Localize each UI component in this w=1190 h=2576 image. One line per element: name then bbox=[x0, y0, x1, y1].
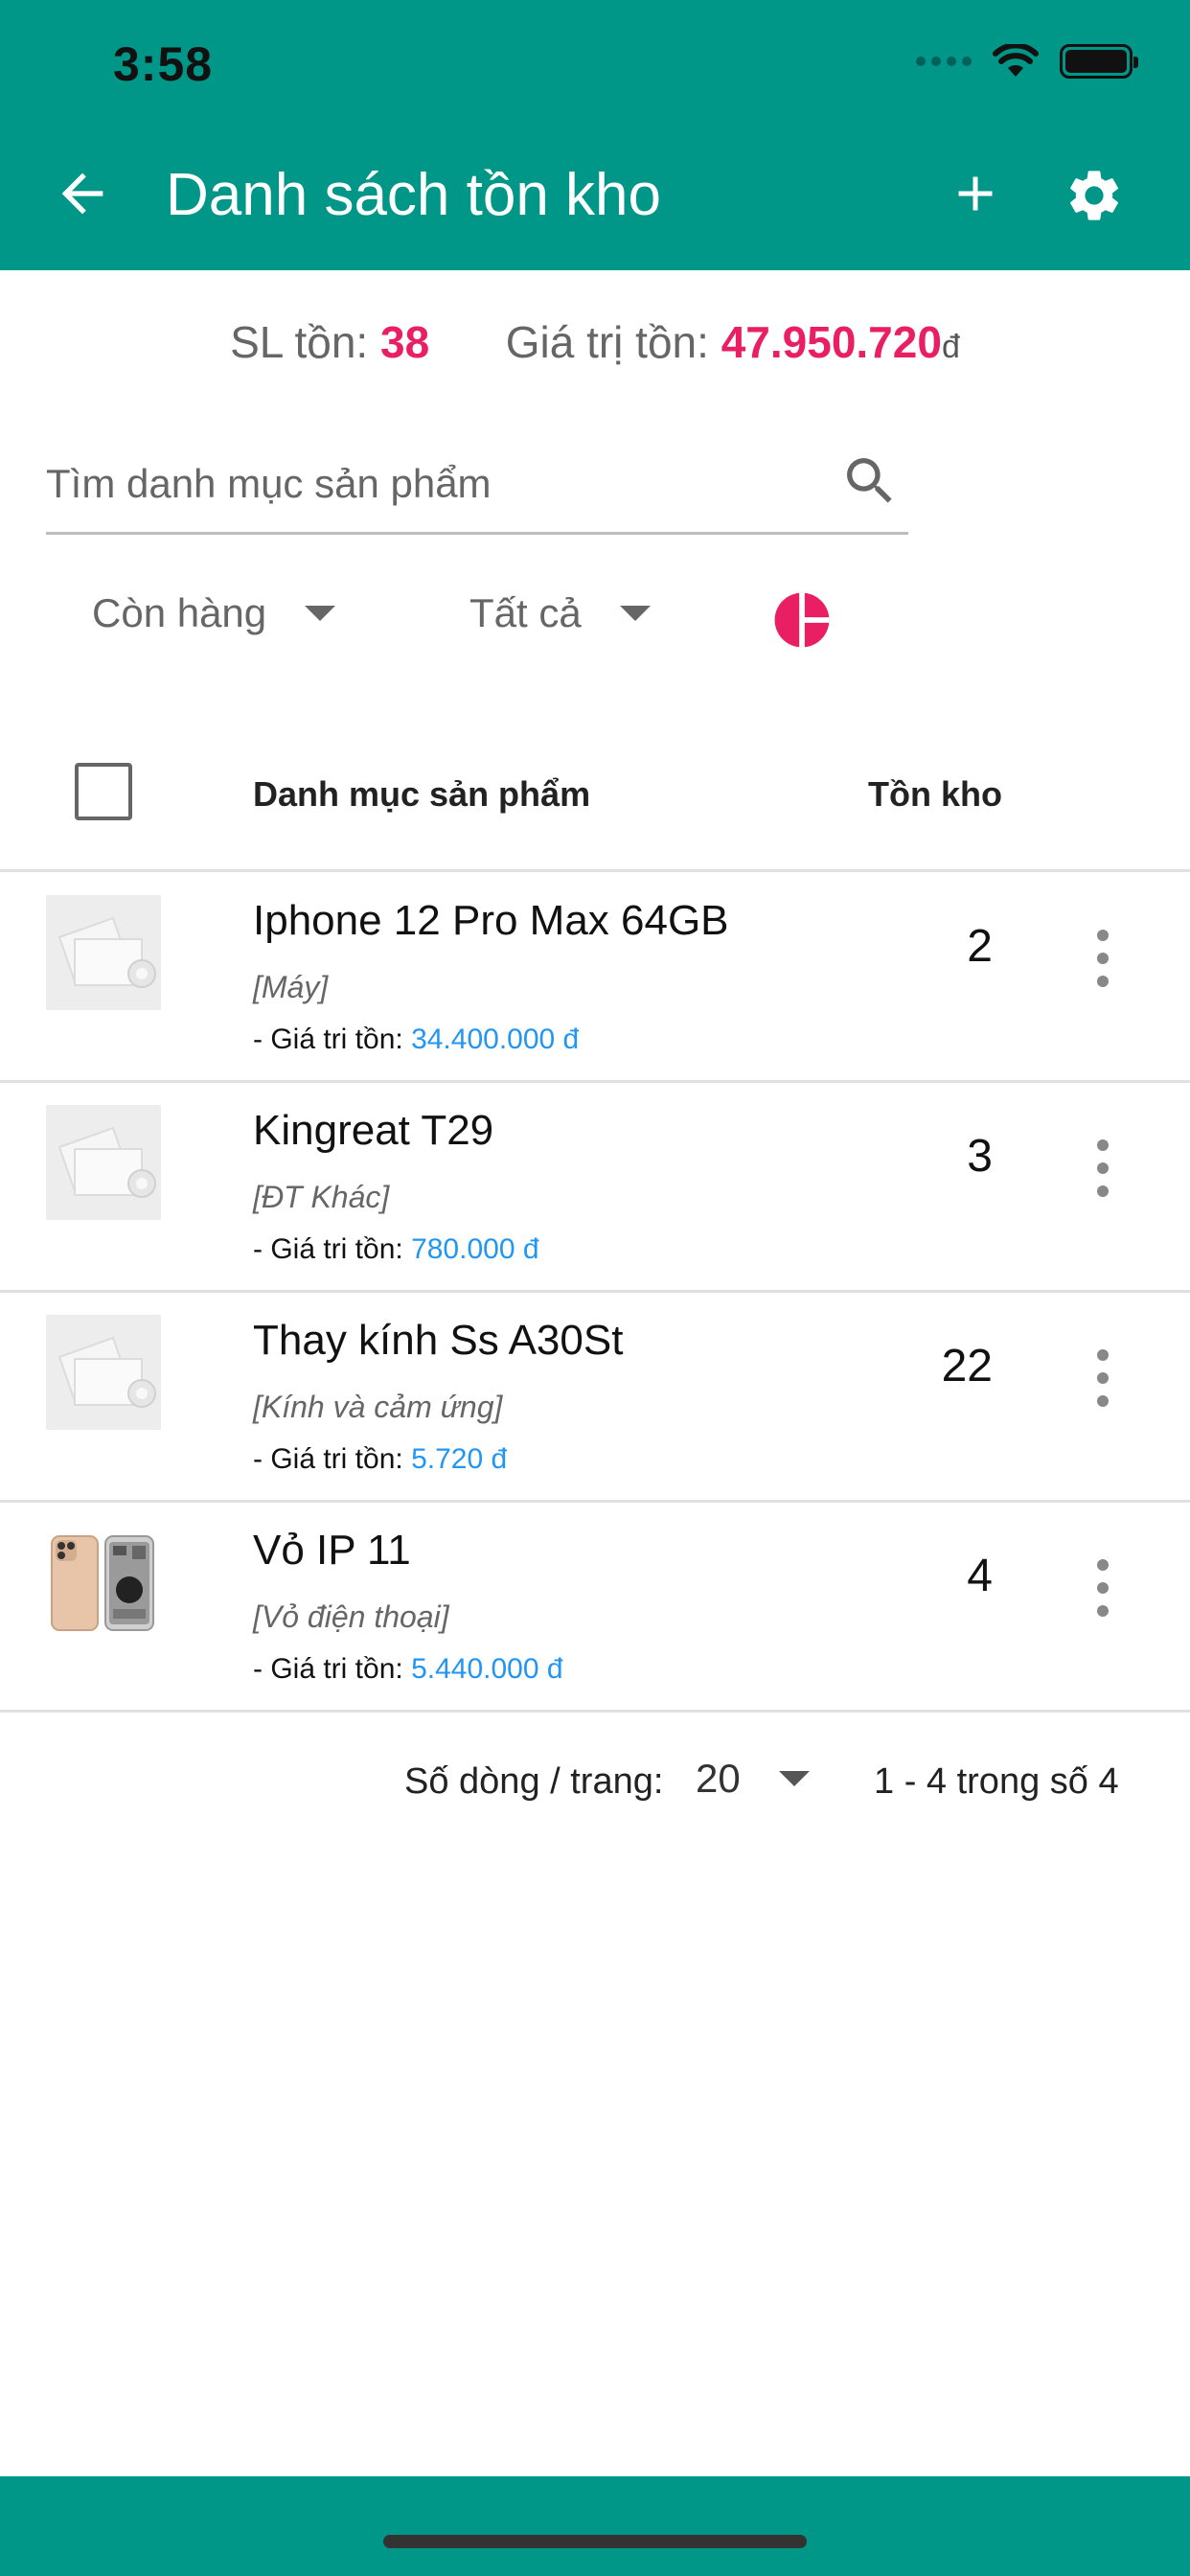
value-label: Giá trị tồn: bbox=[505, 317, 709, 367]
value-amount: 34.400.000 đ bbox=[411, 1024, 580, 1055]
bottom-bar bbox=[0, 2476, 1190, 2576]
rows-per-page-select[interactable]: 20 bbox=[696, 1756, 810, 1802]
placeholder-image-icon bbox=[46, 1105, 161, 1220]
page-title: Danh sách tồn kho bbox=[166, 162, 662, 228]
value-prefix: - Giá tri tồn: bbox=[253, 1653, 403, 1685]
value-amount: 47.950.720 bbox=[721, 317, 942, 367]
product-name: Iphone 12 Pro Max 64GB bbox=[253, 897, 729, 944]
wifi-icon bbox=[993, 44, 1039, 77]
stock-status-value: Còn hàng bbox=[92, 590, 267, 635]
value-prefix: - Giá tri tồn: bbox=[253, 1024, 403, 1055]
home-indicator[interactable] bbox=[383, 2535, 807, 2548]
table-header: Danh mục sản phẩm Tồn kho bbox=[0, 748, 1190, 872]
search-bar bbox=[46, 441, 908, 535]
product-name: Kingreat T29 bbox=[253, 1107, 494, 1154]
placeholder-image-icon bbox=[46, 895, 161, 1010]
product-category: [Vỏ điện thoại] bbox=[253, 1599, 449, 1634]
inventory-summary: SL tồn: 38 Giá trị tồn: 47.950.720đ bbox=[0, 316, 1190, 368]
battery-icon bbox=[1060, 44, 1138, 79]
pie-chart-icon[interactable] bbox=[772, 590, 832, 650]
product-category: [Máy] bbox=[253, 970, 329, 1004]
cellular-signal-icon bbox=[916, 57, 972, 66]
stock-quantity: 22 bbox=[941, 1341, 993, 1392]
value-amount: 780.000 đ bbox=[411, 1233, 539, 1265]
category-value: Tất cả bbox=[469, 590, 582, 635]
column-header-stock: Tồn kho bbox=[868, 774, 1002, 814]
caret-down-icon bbox=[778, 1771, 810, 1786]
caret-down-icon bbox=[305, 606, 336, 621]
product-name: Thay kính Ss A30St bbox=[253, 1317, 624, 1364]
table-row[interactable]: Vỏ IP 11 [Vỏ điện thoại] - Giá tri tồn: … bbox=[0, 1504, 1190, 1713]
status-indicators bbox=[916, 44, 1138, 79]
column-header-product: Danh mục sản phẩm bbox=[253, 774, 591, 814]
stock-quantity: 2 bbox=[967, 921, 993, 972]
search-icon[interactable] bbox=[839, 450, 901, 512]
arrow-left-icon[interactable] bbox=[52, 163, 113, 224]
stock-status-dropdown[interactable]: Còn hàng bbox=[92, 590, 336, 636]
table-row[interactable]: Thay kính Ss A30St [Kính và cảm ứng] - G… bbox=[0, 1294, 1190, 1503]
pagination: Số dòng / trang: 20 1 - 4 trong số 4 bbox=[0, 1756, 1190, 1813]
more-vert-icon[interactable] bbox=[1088, 1349, 1117, 1407]
product-value: - Giá tri tồn: 5.720 đ bbox=[253, 1443, 507, 1476]
caret-down-icon bbox=[619, 606, 651, 621]
value-amount: 5.440.000 đ bbox=[411, 1653, 563, 1685]
product-value: - Giá tri tồn: 34.400.000 đ bbox=[253, 1024, 579, 1056]
stock-quantity: 4 bbox=[967, 1551, 993, 1601]
category-dropdown[interactable]: Tất cả bbox=[469, 590, 651, 636]
product-category: [ĐT Khác] bbox=[253, 1180, 390, 1214]
search-input[interactable] bbox=[46, 450, 832, 518]
product-category: [Kính và cảm ứng] bbox=[253, 1390, 503, 1424]
value-currency: đ bbox=[941, 329, 960, 365]
table-row[interactable]: Kingreat T29 [ĐT Khác] - Giá tri tồn: 78… bbox=[0, 1084, 1190, 1293]
more-vert-icon[interactable] bbox=[1088, 930, 1117, 987]
gear-icon[interactable] bbox=[1064, 165, 1125, 226]
value-prefix: - Giá tri tồn: bbox=[253, 1233, 403, 1265]
qty-value: 38 bbox=[379, 317, 430, 367]
stock-quantity: 3 bbox=[967, 1131, 993, 1182]
status-time: 3:58 bbox=[113, 37, 214, 91]
iphone-housing-photo bbox=[46, 1525, 161, 1640]
more-vert-icon[interactable] bbox=[1088, 1139, 1117, 1197]
placeholder-image-icon bbox=[46, 1315, 161, 1430]
table-row[interactable]: Iphone 12 Pro Max 64GB [Máy] - Giá tri t… bbox=[0, 874, 1190, 1083]
qty-label: SL tồn: bbox=[230, 317, 369, 367]
value-prefix: - Giá tri tồn: bbox=[253, 1443, 403, 1475]
rows-per-page-label: Số dòng / trang: bbox=[404, 1761, 664, 1802]
rows-per-page-value: 20 bbox=[696, 1756, 741, 1801]
more-vert-icon[interactable] bbox=[1088, 1559, 1117, 1617]
plus-icon[interactable] bbox=[947, 165, 1004, 222]
page-range: 1 - 4 trong số 4 bbox=[874, 1761, 1119, 1802]
product-value: - Giá tri tồn: 5.440.000 đ bbox=[253, 1653, 563, 1686]
product-value: - Giá tri tồn: 780.000 đ bbox=[253, 1233, 539, 1266]
select-all-checkbox[interactable] bbox=[75, 763, 132, 820]
value-amount: 5.720 đ bbox=[411, 1443, 508, 1475]
product-name: Vỏ IP 11 bbox=[253, 1527, 411, 1574]
